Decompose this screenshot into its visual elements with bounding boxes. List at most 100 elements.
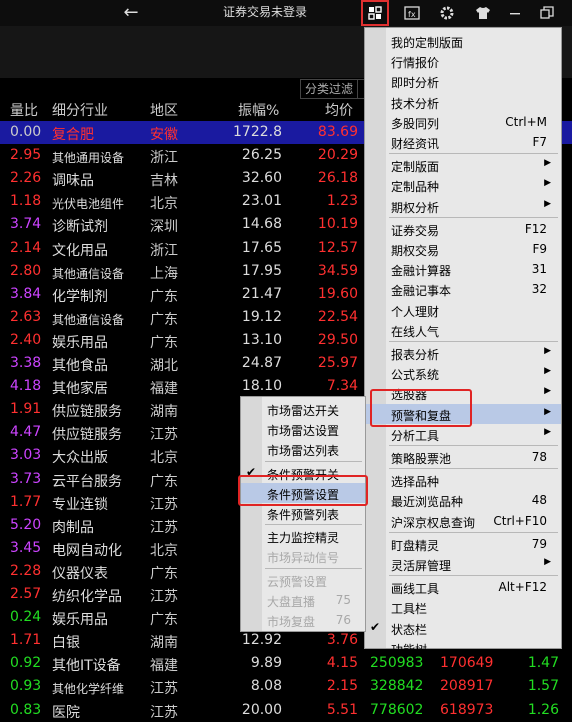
industry-cell: 其他化学纤维 [52,682,125,697]
main-menu-item[interactable]: 我的定制版面 [365,31,561,51]
industry-cell: 其他家居 [52,381,108,398]
amplitude-cell: 18.10 [241,378,282,395]
ratio-cell: 2.28 [10,562,42,579]
menu-item-label: 技术分析 [391,96,440,111]
main-menu-item[interactable]: 期权交易 F9 [365,239,561,259]
table-row[interactable]: 0.83 医院 江苏 20.00 5.51 778602 618973 1.26 [0,699,572,722]
main-menu: 我的定制版面 行情报价 即时分析技术分析 多股同列 Ctrl+M 财经资讯 F7 定制版面 ▶ 定… [364,27,562,657]
ratio-cell: 2.26 [10,170,42,187]
gear-icon[interactable] [435,2,459,24]
col-avg[interactable]: 均价 [325,100,353,120]
menu-item-label: 市场雷达列表 [267,444,340,459]
menu-separator [389,153,558,155]
industry-cell: 娱乐用品 [52,334,108,351]
menu-separator [389,531,558,533]
menu-item-label: 条件预警列表 [267,508,340,522]
minimize-icon[interactable] [503,2,527,24]
amplitude-cell: 19.12 [241,308,282,325]
shortcut-label: 32 [531,282,547,297]
menu-item-label: 最近浏览品种 [391,495,464,510]
menu-item-label: 灵活屏管理 [391,559,452,573]
ratio-cell: 5.20 [10,516,42,533]
checkmark-icon: ✔ [370,619,381,634]
layout-icon[interactable] [361,0,389,26]
menu-separator [389,216,558,218]
fx-icon[interactable]: fx [400,2,424,24]
menu-item-label: 状态栏 [391,622,428,637]
col-industry[interactable]: 细分行业 [52,100,108,120]
main-menu-item[interactable]: 选择品种 [365,470,561,490]
main-menu-item[interactable]: 画线工具 Alt+F12 [365,577,561,597]
main-menu-item[interactable]: 多股同列 Ctrl+M [365,112,561,132]
menu-item-label: 个人理财 [391,304,440,319]
submenu-arrow-icon: ▶ [544,406,551,417]
category-filter-button[interactable]: 分类过滤 [300,79,358,99]
main-menu-item[interactable]: 即时分析 [365,71,561,91]
industry-cell: 纺织化学品 [52,589,122,605]
sub-menu-item[interactable]: 条件预警列表 [241,503,365,523]
industry-cell: 大众出版 [52,450,108,467]
main-menu-item[interactable]: 个人理财 [365,300,561,320]
amplitude-cell: 23.01 [241,193,282,210]
region-cell: 广东 [150,565,178,582]
table-row[interactable]: 0.93 其他化学纤维 江苏 8.08 2.15 328842 208917 1.57 [0,675,572,698]
main-menu-item[interactable]: 财经资讯 F7 [365,132,561,152]
main-menu-item[interactable]: 沪深京权息查询 Ctrl+F10 [365,511,561,531]
submenu-arrow-icon: ▶ [544,557,551,567]
main-menu-item[interactable]: 金融记事本 32 [365,279,561,299]
main-menu-item[interactable]: 策略股票池 78 [365,447,561,467]
region-cell: 吉林 [150,173,178,190]
main-menu-item[interactable]: 盯盘精灵 79 [365,534,561,554]
main-menu-item[interactable]: 功能树 [365,638,561,658]
col-ratio[interactable]: 量比 [10,100,38,120]
main-menu-item[interactable]: 定制版面 ▶ [365,155,561,175]
main-menu-item[interactable]: 技术分析 [365,92,561,112]
col-amplitude[interactable]: 振幅% [238,100,279,120]
main-menu-item[interactable]: 公式系统 ▶ [365,363,561,383]
ratio-cell: 2.80 [10,262,42,279]
ratio-cell: 3.73 [10,470,42,487]
title-bar: ← 证券交易未登录 fx [0,0,572,26]
submenu-arrow-icon: ▶ [544,178,551,189]
sub-menu-item[interactable]: 市场雷达开关 [241,399,365,419]
main-menu-item[interactable]: 最近浏览品种 48 [365,490,561,510]
submenu-arrow-icon: ▶ [544,366,551,377]
amplitude-cell: 17.95 [241,262,282,279]
main-menu-item[interactable]: 灵活屏管理 ▶ [365,554,561,574]
industry-cell: 肉制品 [52,519,94,536]
volume-cell: 778602 [370,701,424,718]
submenu-arrow-icon: ▶ [544,198,551,209]
sub-menu-item[interactable]: 市场雷达设置 [241,419,365,439]
back-arrow-icon[interactable]: ← [118,2,144,24]
avg-price-cell: 19.60 [317,285,358,302]
main-menu-item[interactable]: 在线人气 [365,320,561,340]
avg-price-cell: 22.54 [317,308,358,325]
shortcut-label: 79 [531,536,547,551]
ratio-cell: 3.45 [10,539,42,556]
main-menu-item[interactable]: 证券交易 F12 [365,219,561,239]
main-menu-item[interactable]: 定制品种 ▶ [365,175,561,195]
ratio-cell: 3.74 [10,216,42,233]
main-menu-item[interactable]: 金融计算器 31 [365,259,561,279]
region-cell: 浙江 [150,242,178,259]
industry-cell: 其他通用设备 [52,151,125,166]
main-menu-item[interactable]: ✔ 状态栏 [365,618,561,638]
main-menu-item[interactable]: 报表分析 ▶ [365,343,561,363]
main-menu-item[interactable]: 期权分析 ▶ [365,196,561,216]
region-cell: 上海 [150,265,178,282]
submenu-arrow-icon: ▶ [544,346,551,356]
industry-cell: 光伏电池组件 [52,197,125,212]
amplitude-cell: 21.47 [241,285,282,302]
main-menu-item[interactable]: 行情报价 [365,51,561,71]
industry-cell: 云平台服务 [52,473,122,490]
sub-menu-item[interactable]: 市场雷达列表 [241,439,365,459]
shirt-icon[interactable] [471,2,495,24]
col-region[interactable]: 地区 [150,100,178,120]
shortcut-label: 31 [531,262,547,277]
menu-item-label: 分析工具 [391,428,440,443]
sub-menu-item[interactable]: 主力监控精灵 [241,526,365,546]
main-menu-item[interactable]: 工具栏 [365,597,561,617]
menu-item-label: 画线工具 [391,582,440,597]
restore-icon[interactable] [535,2,559,24]
menu-item-label: 选择品种 [391,475,440,490]
